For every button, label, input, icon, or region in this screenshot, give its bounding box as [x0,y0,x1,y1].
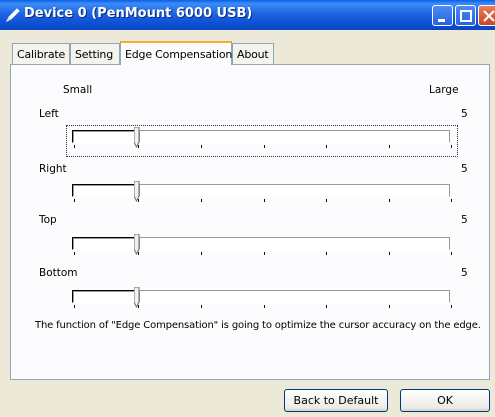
left-value: 5 [461,108,468,120]
slider-tick [451,305,452,308]
slider-tick [326,252,327,255]
slider-tick [74,199,75,202]
slider-tick [74,145,75,148]
slider-tick [389,145,390,148]
slider-tick [326,199,327,202]
back-to-default-button[interactable]: Back to Default [284,389,388,412]
close-icon [483,10,495,22]
close-button[interactable] [478,5,495,26]
slider-ticks [72,305,454,310]
minimize-button[interactable] [432,5,453,26]
top-slider[interactable] [72,234,454,257]
slider-ticks [72,145,454,150]
small-label: Small [63,84,93,96]
slider-track[interactable] [139,290,450,303]
slider-tick [138,252,139,255]
right-label: Right [39,163,67,175]
slider-tick [451,252,452,255]
right-value: 5 [461,163,468,175]
bottom-slider[interactable] [72,287,454,310]
left-slider[interactable] [72,127,454,150]
minimize-icon [438,19,445,22]
slider-tick [264,199,265,202]
right-slider[interactable] [72,181,454,204]
slider-tick [264,252,265,255]
slider-tick [138,145,139,148]
bottom-label: Bottom [39,267,78,279]
slider-track[interactable] [139,130,450,143]
tab-label: Calibrate [17,48,66,61]
slider-tick [138,199,139,202]
slider-track-filled [72,130,134,143]
slider-track-filled [72,237,134,250]
slider-tick [201,252,202,255]
slider-tick [326,305,327,308]
slider-ticks [72,252,454,257]
top-label: Top [39,214,57,226]
tab-about[interactable]: About [232,43,274,64]
slider-tick [389,252,390,255]
tab-setting[interactable]: Setting [70,43,120,64]
title-bar[interactable]: Device 0 (PenMount 6000 USB) [0,0,495,30]
tab-edge-compensation[interactable]: Edge Compensation [120,41,232,65]
slider-track-filled [72,290,134,303]
slider-tick [138,305,139,308]
slider-tick [264,145,265,148]
window-title: Device 0 (PenMount 6000 USB) [24,6,253,21]
slider-tick [451,145,452,148]
tab-label: About [237,48,269,61]
maximize-button[interactable] [455,5,476,26]
slider-tick [201,199,202,202]
tab-calibrate[interactable]: Calibrate [12,43,70,64]
slider-tick [451,199,452,202]
maximize-icon [460,10,472,22]
description-text: The function of "Edge Compensation" is g… [35,320,481,331]
left-label: Left [39,108,59,120]
edge-compensation-panel [10,64,490,380]
slider-tick [74,252,75,255]
slider-ticks [72,199,454,204]
slider-tick [389,305,390,308]
slider-tick [389,199,390,202]
pen-icon [5,7,21,23]
slider-tick [326,145,327,148]
slider-tick [201,305,202,308]
slider-tick [201,145,202,148]
tab-label: Edge Compensation [125,48,233,61]
slider-track[interactable] [139,184,450,197]
slider-track[interactable] [139,237,450,250]
ok-button[interactable]: OK [400,389,490,412]
slider-tick [74,305,75,308]
slider-track-filled [72,184,134,197]
tab-label: Setting [75,48,113,61]
bottom-value: 5 [461,267,468,279]
large-label: Large [429,84,459,96]
slider-tick [264,305,265,308]
top-value: 5 [461,214,468,226]
